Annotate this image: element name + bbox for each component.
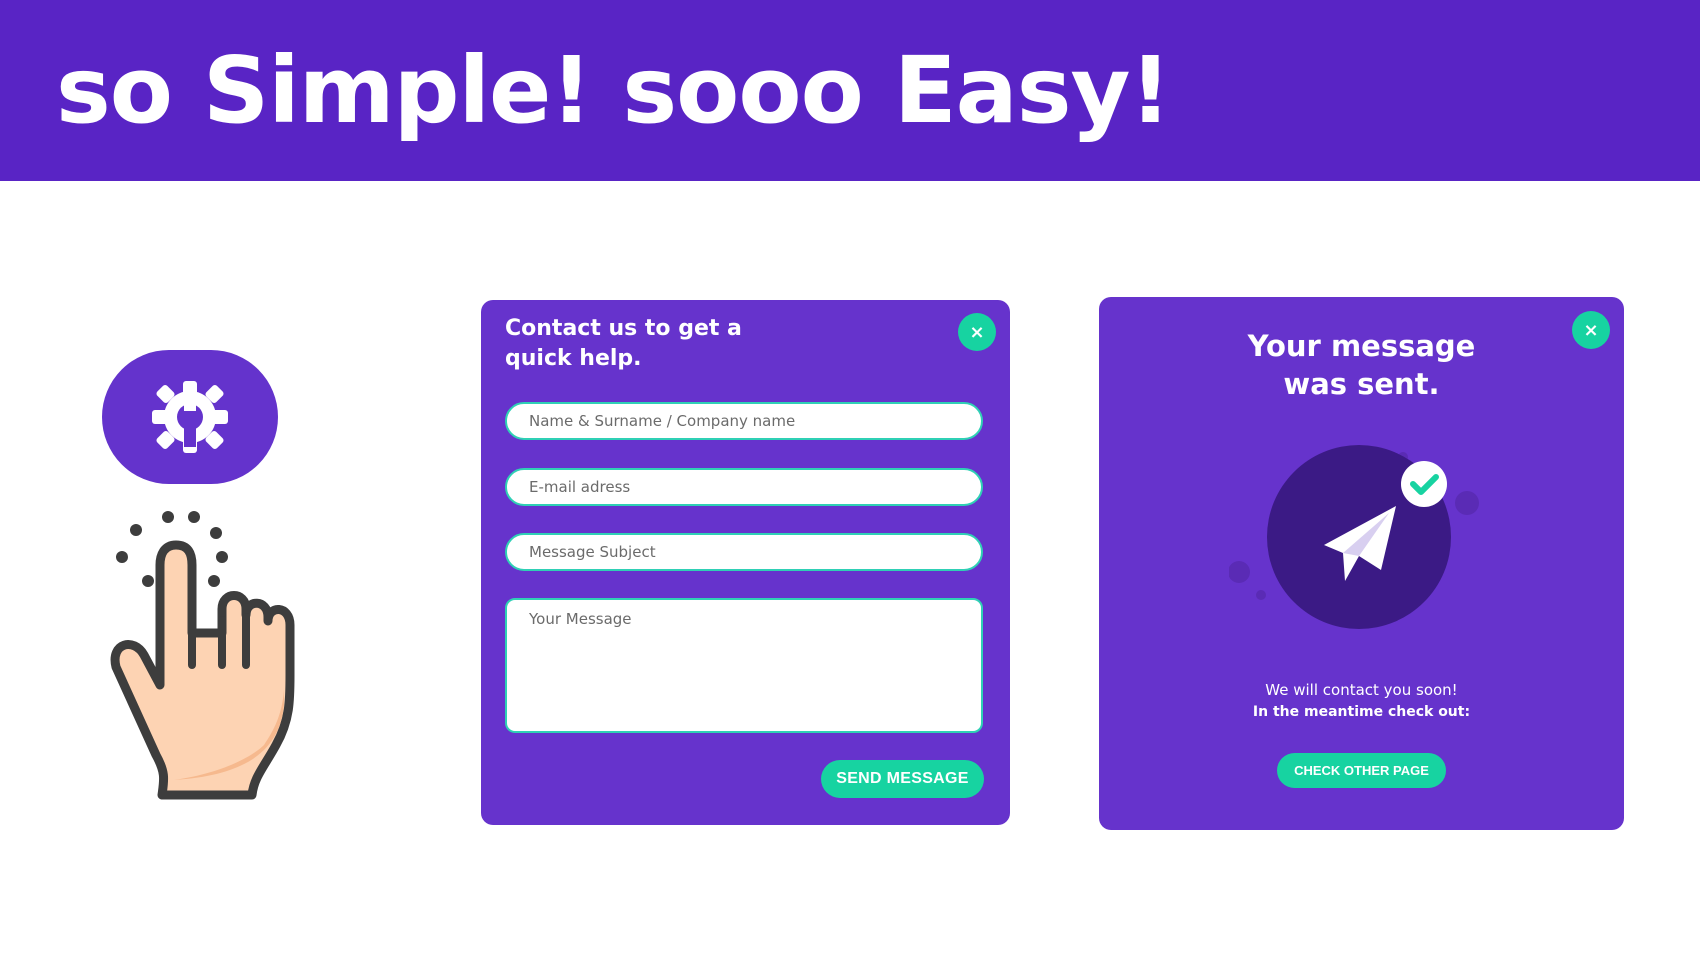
- sent-message-line2: In the meantime check out:: [1252, 704, 1471, 720]
- decor-dot: [1229, 561, 1250, 583]
- gear-wrench-icon: [152, 381, 228, 453]
- send-message-button[interactable]: SEND MESSAGE: [821, 760, 984, 798]
- sent-title-line1: Your message: [1247, 329, 1476, 363]
- header-banner: so Simple! sooo Easy!: [0, 0, 1700, 181]
- check-other-page-button[interactable]: CHECK OTHER PAGE: [1277, 753, 1446, 788]
- checkmark-icon: [1401, 461, 1447, 507]
- contact-form-title-line1: Contact us to get a: [505, 316, 742, 341]
- decor-dot: [1455, 491, 1479, 515]
- decor-dot: [1256, 590, 1266, 600]
- settings-button[interactable]: [102, 350, 278, 484]
- page-title: so Simple! sooo Easy!: [56, 37, 1171, 144]
- sent-message-line1: We will contact you soon!: [1265, 681, 1458, 699]
- contact-form-title-line2: quick help.: [505, 346, 642, 371]
- message-textarea[interactable]: [505, 598, 983, 733]
- contact-form-card: Contact us to get a quick help. × SEND M…: [481, 300, 1010, 825]
- sent-illustration: [1229, 445, 1479, 629]
- email-input[interactable]: [505, 468, 983, 506]
- name-input[interactable]: [505, 402, 983, 440]
- sent-title: Your message was sent.: [1099, 327, 1624, 403]
- pointing-hand-icon: [110, 511, 295, 800]
- contact-form-title: Contact us to get a quick help.: [505, 314, 765, 374]
- subject-input[interactable]: [505, 533, 983, 571]
- sent-title-line2: was sent.: [1283, 367, 1440, 401]
- close-icon[interactable]: ×: [958, 313, 996, 351]
- message-sent-card: × Your message was sent. We will contact…: [1099, 297, 1624, 830]
